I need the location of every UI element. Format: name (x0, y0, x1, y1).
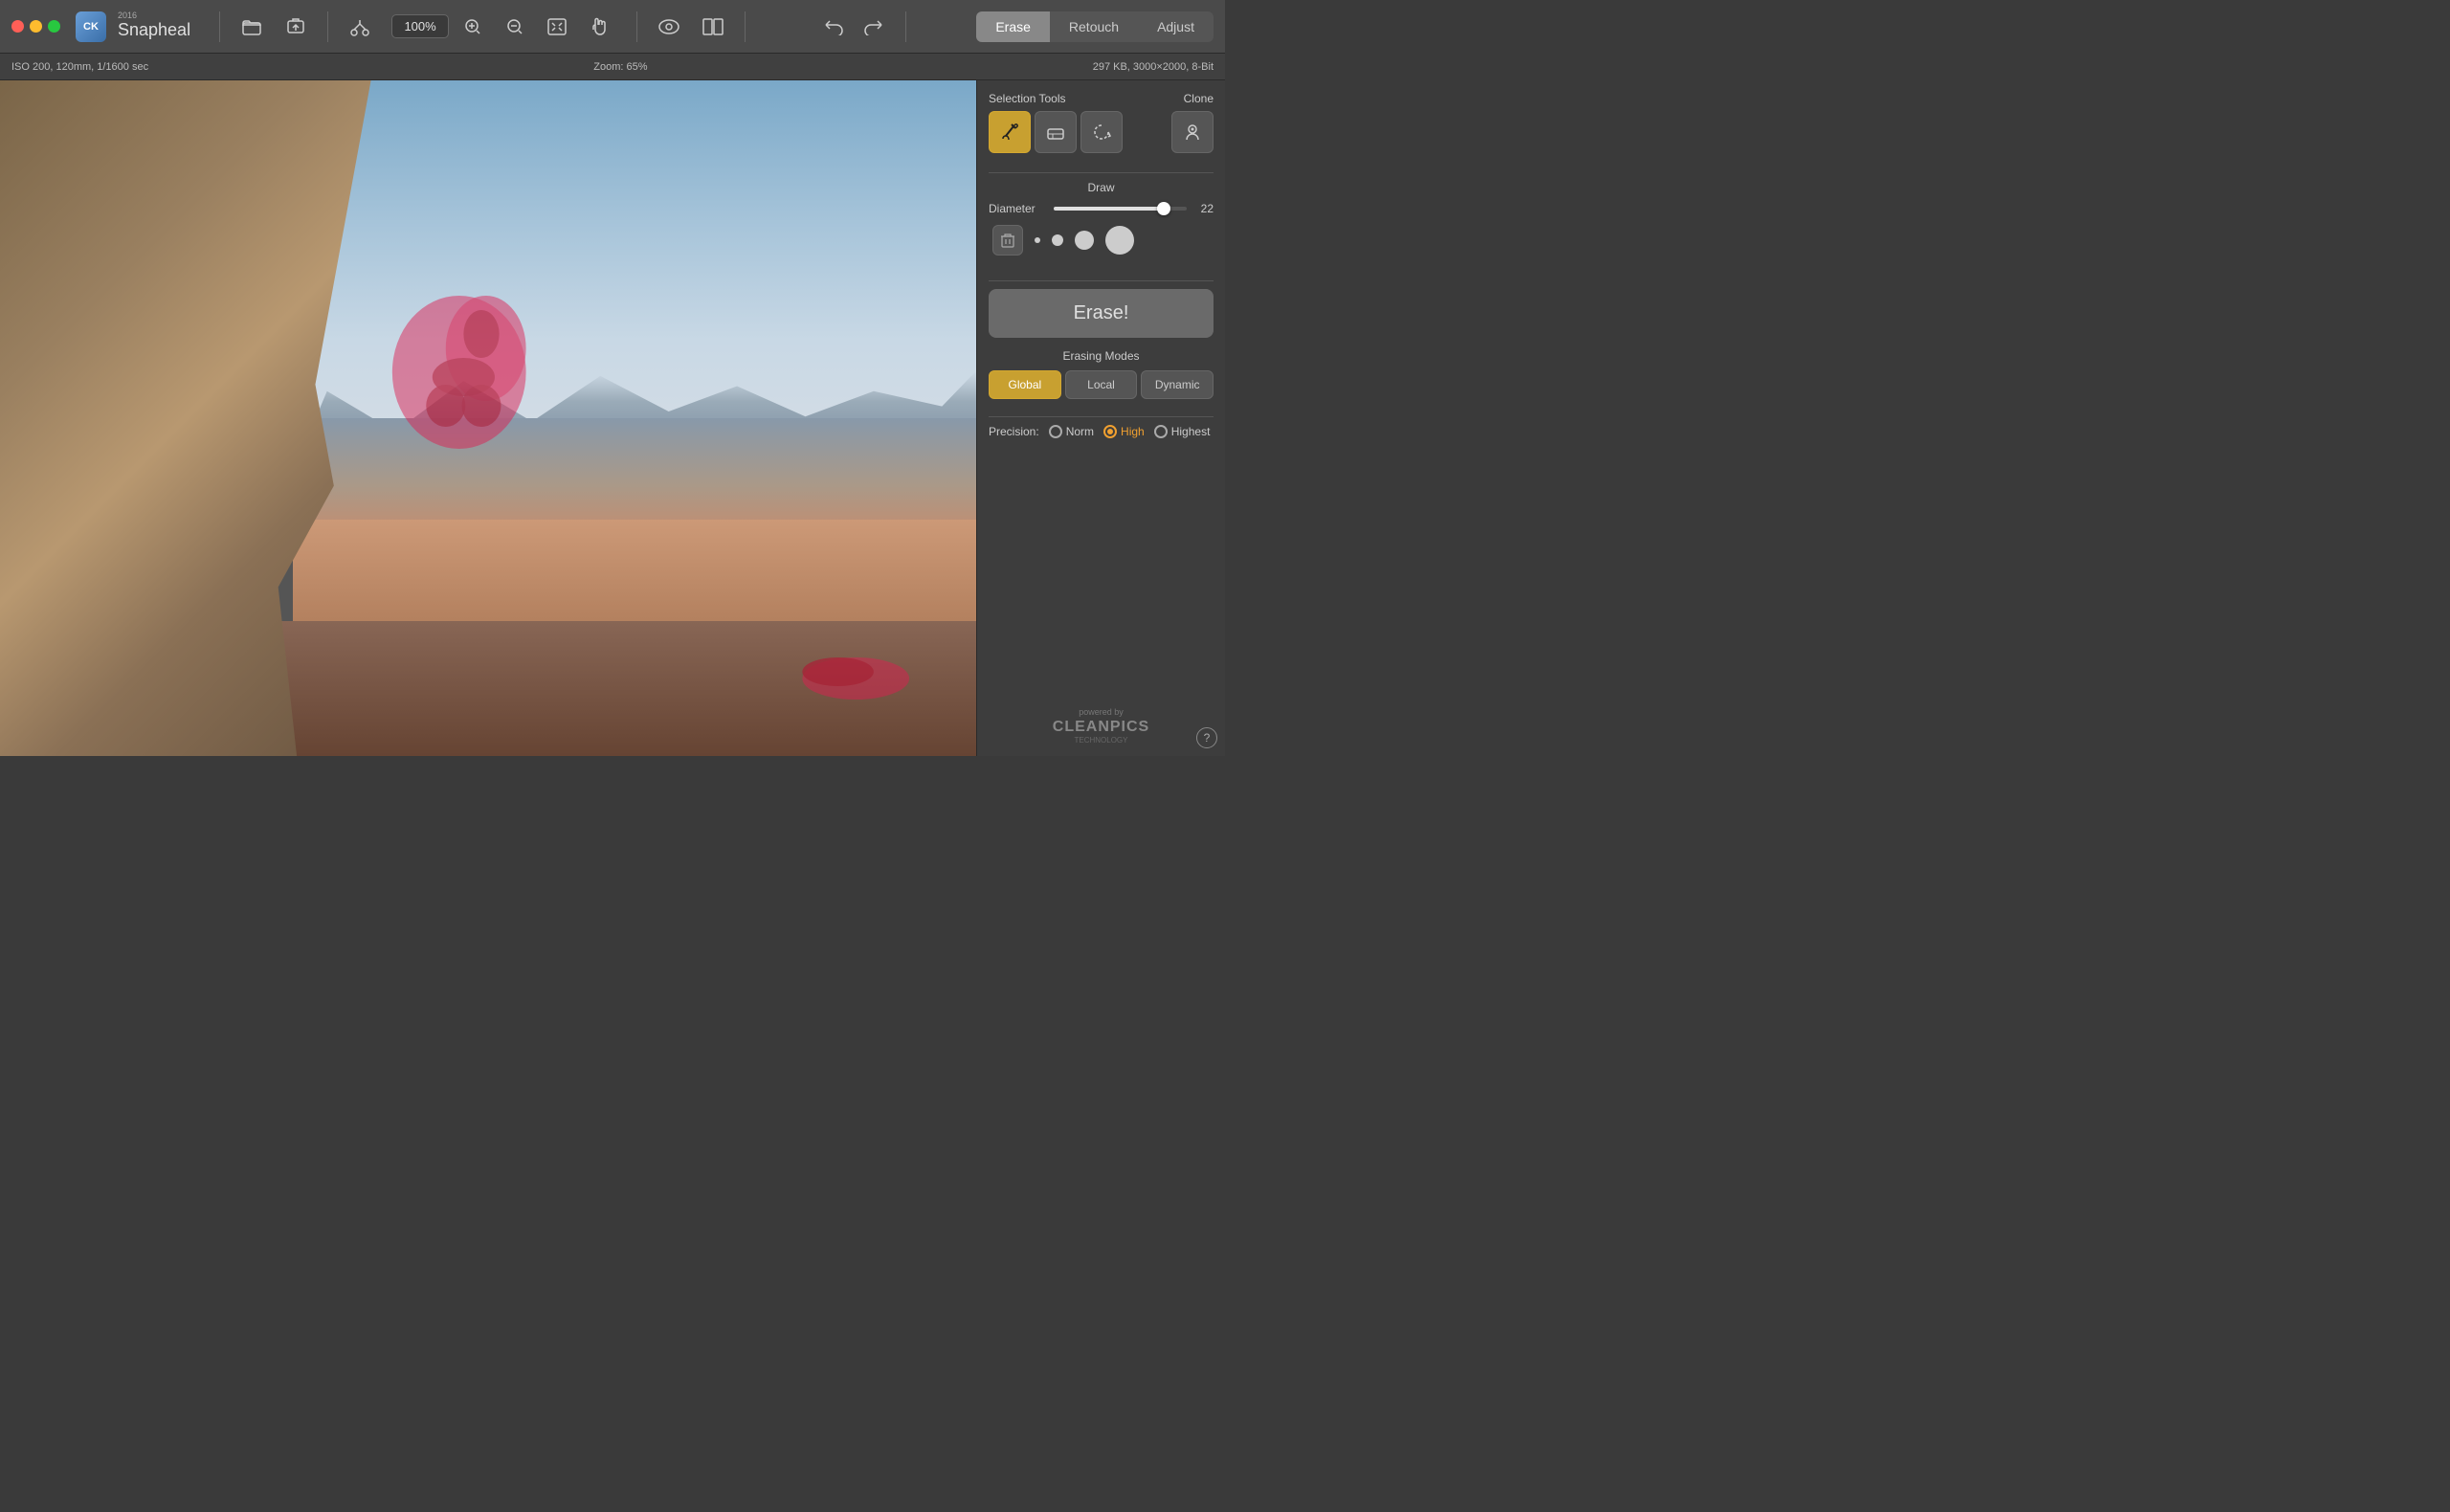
precision-high-group: High (1103, 425, 1145, 438)
tab-group: Erase Retouch Adjust (976, 11, 1214, 42)
canvas-area[interactable] (0, 80, 976, 756)
info-center: Zoom: 65% (148, 61, 1093, 73)
erase-button[interactable]: Erase! (989, 289, 1214, 338)
tab-adjust[interactable]: Adjust (1138, 11, 1214, 42)
main-layout: Selection Tools Clone (0, 80, 1225, 756)
tools-and-clone (989, 111, 1214, 153)
titlebar: CK 2016 Snapheal 100% (0, 0, 1225, 54)
nav-arrows (815, 9, 892, 45)
undo-button[interactable] (815, 9, 852, 45)
app-icon: CK (76, 11, 106, 42)
brush-size-lg[interactable] (1105, 226, 1134, 255)
traffic-lights (11, 20, 60, 33)
share-button[interactable] (278, 9, 314, 45)
brush-size-md[interactable] (1075, 231, 1094, 250)
zoom-out-button[interactable] (497, 9, 533, 45)
erasing-modes-section: Erasing Modes Global Local Dynamic (989, 349, 1214, 399)
mode-local-button[interactable]: Local (1065, 370, 1138, 399)
diameter-slider[interactable] (1054, 207, 1187, 211)
open-button[interactable] (234, 9, 270, 45)
clone-label: Clone (1184, 92, 1214, 105)
draw-label: Draw (989, 181, 1214, 194)
precision-label: Precision: (989, 425, 1039, 438)
info-right: 297 KB, 3000×2000, 8-Bit (1093, 61, 1214, 73)
eraser-tool-button[interactable] (1035, 111, 1077, 153)
divider-1 (989, 172, 1214, 173)
precision-norm-label: Norm (1066, 425, 1094, 438)
toolbar-sep-5 (905, 11, 906, 42)
panels-button[interactable] (695, 9, 731, 45)
hand-tool-button[interactable] (581, 9, 617, 45)
toolbar-sep-1 (219, 11, 220, 42)
clone-group (1171, 111, 1214, 153)
draw-section: Draw Diameter 22 (989, 181, 1214, 265)
precision-norm-radio[interactable] (1049, 425, 1062, 438)
close-button[interactable] (11, 20, 24, 33)
erasing-modes-label: Erasing Modes (989, 349, 1214, 363)
mode-dynamic-button[interactable]: Dynamic (1141, 370, 1214, 399)
modes-row: Global Local Dynamic (989, 370, 1214, 399)
zoom-in-button[interactable] (455, 9, 491, 45)
delete-selection-button[interactable] (992, 225, 1023, 256)
photo-container (0, 80, 976, 756)
precision-highest-radio[interactable] (1154, 425, 1168, 438)
divider-3 (989, 416, 1214, 417)
app-year: 2016 (118, 11, 190, 20)
tab-erase[interactable]: Erase (976, 11, 1050, 42)
precision-high-radio[interactable] (1103, 425, 1117, 438)
help-button[interactable]: ? (1196, 727, 1217, 748)
app-title-group: 2016 Snapheal (118, 11, 190, 41)
selection-tools-group (989, 111, 1123, 153)
minimize-button[interactable] (30, 20, 42, 33)
brush-tool-button[interactable] (989, 111, 1031, 153)
tab-retouch[interactable]: Retouch (1050, 11, 1138, 42)
clone-stamp-button[interactable] (1171, 111, 1214, 153)
precision-high-label: High (1121, 425, 1145, 438)
maximize-button[interactable] (48, 20, 60, 33)
cleanpics-watermark: powered by CLEANPICS TECHNOLOGY (989, 707, 1214, 745)
brush-sizes-row (989, 225, 1214, 256)
selection-tools-label: Selection Tools (989, 92, 1066, 105)
cleanpics-sub: TECHNOLOGY (1074, 736, 1127, 745)
cut-tool-button[interactable] (342, 9, 378, 45)
toolbar-sep-4 (745, 11, 746, 42)
precision-highest-group: Highest (1154, 425, 1211, 438)
diameter-value: 22 (1194, 202, 1214, 215)
app-name: Snapheal (118, 20, 190, 41)
precision-highest-label: Highest (1171, 425, 1211, 438)
infobar: ISO 200, 120mm, 1/1600 sec Zoom: 65% 297… (0, 54, 1225, 80)
toolbar-sep-2 (327, 11, 328, 42)
info-left: ISO 200, 120mm, 1/1600 sec (11, 61, 148, 73)
mode-global-button[interactable]: Global (989, 370, 1061, 399)
cleanpics-logo: CLEANPICS (1053, 719, 1149, 736)
preview-button[interactable] (651, 9, 687, 45)
divider-2 (989, 280, 1214, 281)
powered-by-text: powered by (989, 707, 1214, 717)
precision-row: Precision: Norm High Highest (989, 425, 1214, 438)
toolbar-sep-3 (636, 11, 637, 42)
diameter-row: Diameter 22 (989, 202, 1214, 215)
diameter-label: Diameter (989, 202, 1046, 215)
brush-size-xs[interactable] (1035, 237, 1040, 243)
redo-button[interactable] (856, 9, 892, 45)
canyon-near-layer (244, 621, 976, 756)
fit-button[interactable] (539, 9, 575, 45)
lasso-tool-button[interactable] (1080, 111, 1123, 153)
brush-size-sm[interactable] (1052, 234, 1063, 246)
right-panel: Selection Tools Clone (976, 80, 1225, 756)
precision-norm-group: Norm (1049, 425, 1094, 438)
zoom-display: 100% (391, 14, 449, 38)
